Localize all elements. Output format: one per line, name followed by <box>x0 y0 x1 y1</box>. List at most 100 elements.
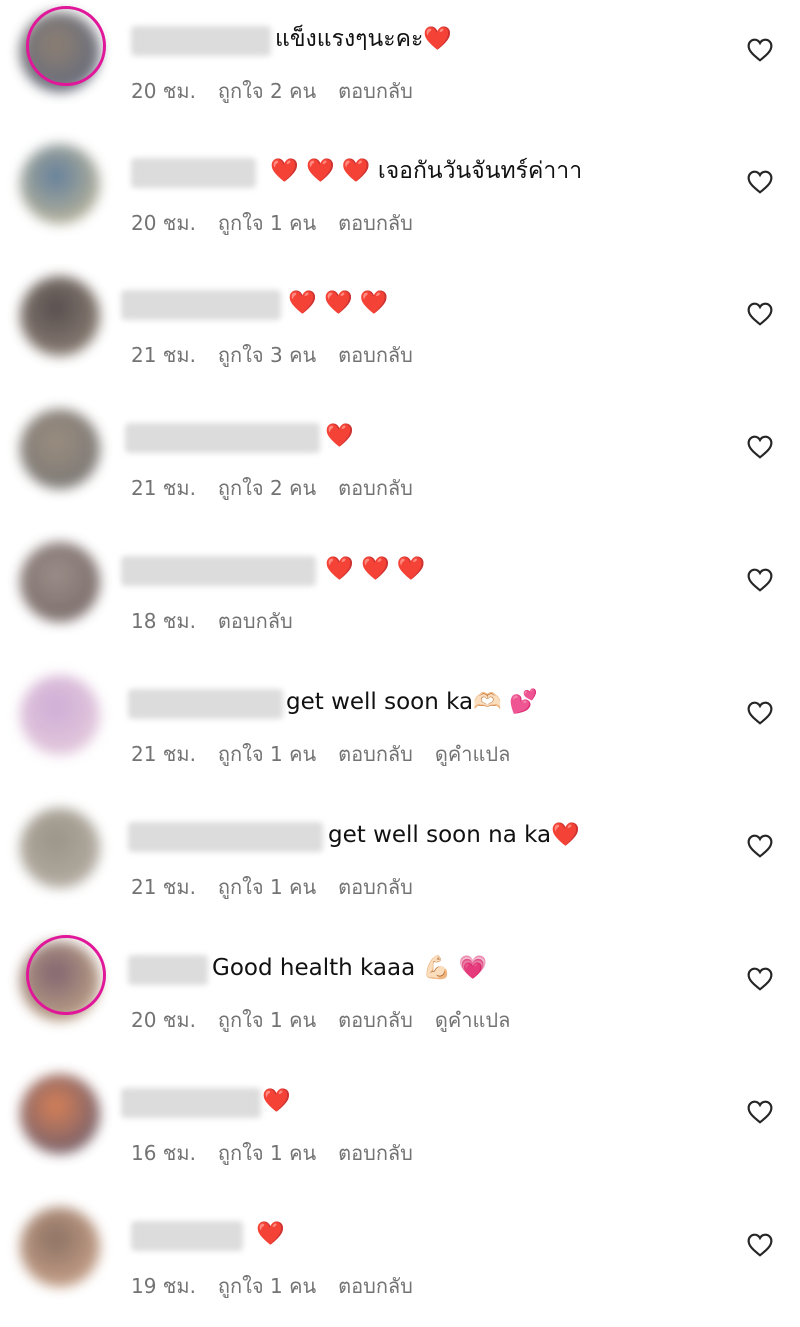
username-blurred[interactable] <box>131 26 271 56</box>
like-count[interactable]: ถูกใจ 1 คน <box>218 1008 316 1032</box>
reply-button[interactable]: ตอบกลับ <box>338 476 413 500</box>
heart-outline-icon <box>747 834 773 858</box>
comment-time: 16 ชม. <box>131 1141 196 1165</box>
heart-outline-icon <box>747 967 773 991</box>
avatar[interactable] <box>20 675 100 755</box>
comment-time: 19 ชม. <box>131 1274 196 1298</box>
comment-text: get well soon na ka❤️ <box>328 822 580 848</box>
reply-button[interactable]: ตอบกลับ <box>338 1141 413 1165</box>
like-count[interactable]: ถูกใจ 1 คน <box>218 875 316 899</box>
like-count[interactable]: ถูกใจ 1 คน <box>218 211 316 235</box>
comment-text: ❤️ <box>325 423 354 449</box>
like-button[interactable] <box>747 435 773 459</box>
comment-time: 21 ชม. <box>131 875 196 899</box>
avatar[interactable] <box>20 144 100 224</box>
reply-button[interactable]: ตอบกลับ <box>338 1274 413 1298</box>
comment-time: 20 ชม. <box>131 1008 196 1032</box>
like-button[interactable] <box>747 568 773 592</box>
avatar[interactable] <box>20 276 100 356</box>
reply-button[interactable]: ตอบกลับ <box>338 79 413 103</box>
username-blurred[interactable] <box>128 822 323 852</box>
comment-meta: 19 ชม. ถูกใจ 1 คน ตอบกลับ <box>131 1273 435 1299</box>
like-count[interactable]: ถูกใจ 1 คน <box>218 742 316 766</box>
comment-text: ❤️ <box>262 1088 291 1114</box>
comment-item: get well soon na ka❤️ 21 ชม. ถูกใจ 1 คน ตอบ… <box>0 796 800 928</box>
avatar[interactable] <box>20 409 100 489</box>
reply-button[interactable]: ตอบกลับ <box>338 742 413 766</box>
like-button[interactable] <box>747 170 773 194</box>
like-button[interactable] <box>747 834 773 858</box>
heart-outline-icon <box>747 568 773 592</box>
reply-button[interactable]: ตอบกลับ <box>338 211 413 235</box>
avatar[interactable] <box>20 1207 100 1287</box>
comment-text: ❤️ ❤️ ❤️ เจอกันวันจันทร์ค่าาา <box>270 158 583 184</box>
comment-text: get well soon ka🫶🏻 💕 <box>286 689 538 715</box>
like-button[interactable] <box>747 38 773 62</box>
username-blurred[interactable] <box>131 158 256 188</box>
comment-meta: 21 ชม. ถูกใจ 2 คน ตอบกลับ <box>131 475 435 501</box>
comment-item: ❤️ 21 ชม. ถูกใจ 2 คน ตอบกลับ <box>0 397 800 529</box>
comment-item: ❤️ ❤️ ❤️ เจอกันวันจันทร์ค่าาา 20 ชม. ถูกใจ… <box>0 132 800 264</box>
username-blurred[interactable] <box>128 955 208 985</box>
reply-button[interactable]: ตอบกลับ <box>218 609 293 633</box>
comment-meta: 20 ชม. ถูกใจ 1 คน ตอบกลับ ดูคำแปล <box>131 1007 532 1033</box>
comment-item: get well soon ka🫶🏻 💕 21 ชม. ถูกใจ 1 คน ตอบก… <box>0 663 800 795</box>
comment-text: ❤️ ❤️ ❤️ <box>288 290 389 316</box>
comment-item: ❤️ ❤️ ❤️ 18 ชม. ตอบกลับ <box>0 530 800 662</box>
see-translation-button[interactable]: ดูคำแปล <box>435 1008 510 1032</box>
comment-text: ❤️ <box>256 1221 285 1247</box>
comment-time: 18 ชม. <box>131 609 196 633</box>
heart-outline-icon <box>747 170 773 194</box>
see-translation-button[interactable]: ดูคำแปล <box>435 742 510 766</box>
like-count[interactable]: ถูกใจ 1 คน <box>218 1141 316 1165</box>
avatar[interactable] <box>20 1074 100 1154</box>
comment-meta: 20 ชม. ถูกใจ 2 คน ตอบกลับ <box>131 78 435 104</box>
comment-item: แข็งแรงๆนะคะ❤️ 20 ชม. ถูกใจ 2 คน ตอบกลับ <box>0 0 800 132</box>
avatar[interactable] <box>20 542 100 622</box>
reply-button[interactable]: ตอบกลับ <box>338 343 413 367</box>
comment-time: 21 ชม. <box>131 343 196 367</box>
comment-meta: 16 ชม. ถูกใจ 1 คน ตอบกลับ <box>131 1140 435 1166</box>
like-count[interactable]: ถูกใจ 2 คน <box>218 476 316 500</box>
username-blurred[interactable] <box>121 1088 261 1118</box>
story-ring <box>26 935 106 1015</box>
comment-item: Good health kaaa 💪🏻 💗 20 ชม. ถูกใจ 1 คน ตอบ… <box>0 929 800 1061</box>
username-blurred[interactable] <box>121 556 316 586</box>
comment-time: 21 ชม. <box>131 742 196 766</box>
like-button[interactable] <box>747 967 773 991</box>
heart-outline-icon <box>747 435 773 459</box>
comment-item: ❤️ ❤️ ❤️ 21 ชม. ถูกใจ 3 คน ตอบกลับ <box>0 264 800 396</box>
comment-meta: 21 ชม. ถูกใจ 3 คน ตอบกลับ <box>131 342 435 368</box>
heart-outline-icon <box>747 38 773 62</box>
like-count[interactable]: ถูกใจ 2 คน <box>218 79 316 103</box>
comment-time: 20 ชม. <box>131 211 196 235</box>
reply-button[interactable]: ตอบกลับ <box>338 1008 413 1032</box>
username-blurred[interactable] <box>128 689 283 719</box>
username-blurred[interactable] <box>131 1221 243 1251</box>
comment-meta: 18 ชม. ตอบกลับ <box>131 608 315 634</box>
like-button[interactable] <box>747 701 773 725</box>
like-button[interactable] <box>747 1100 773 1124</box>
like-count[interactable]: ถูกใจ 3 คน <box>218 343 316 367</box>
like-count[interactable]: ถูกใจ 1 คน <box>218 1274 316 1298</box>
comment-text: Good health kaaa 💪🏻 💗 <box>212 955 488 981</box>
username-blurred[interactable] <box>121 290 281 320</box>
heart-outline-icon <box>747 302 773 326</box>
heart-outline-icon <box>747 1233 773 1257</box>
like-button[interactable] <box>747 1233 773 1257</box>
comment-time: 20 ชม. <box>131 79 196 103</box>
comment-text: ❤️ ❤️ ❤️ <box>325 556 426 582</box>
comment-item: ❤️ 19 ชม. ถูกใจ 1 คน ตอบกลับ <box>0 1195 800 1327</box>
story-ring <box>26 6 106 86</box>
comment-meta: 20 ชม. ถูกใจ 1 คน ตอบกลับ <box>131 210 435 236</box>
reply-button[interactable]: ตอบกลับ <box>338 875 413 899</box>
comment-item: ❤️ 16 ชม. ถูกใจ 1 คน ตอบกลับ <box>0 1062 800 1194</box>
comment-meta: 21 ชม. ถูกใจ 1 คน ตอบกลับ <box>131 874 435 900</box>
comment-meta: 21 ชม. ถูกใจ 1 คน ตอบกลับ ดูคำแปล <box>131 741 532 767</box>
comment-time: 21 ชม. <box>131 476 196 500</box>
like-button[interactable] <box>747 302 773 326</box>
comment-text: แข็งแรงๆนะคะ❤️ <box>275 26 452 52</box>
heart-outline-icon <box>747 1100 773 1124</box>
username-blurred[interactable] <box>125 423 320 453</box>
avatar[interactable] <box>20 808 100 888</box>
